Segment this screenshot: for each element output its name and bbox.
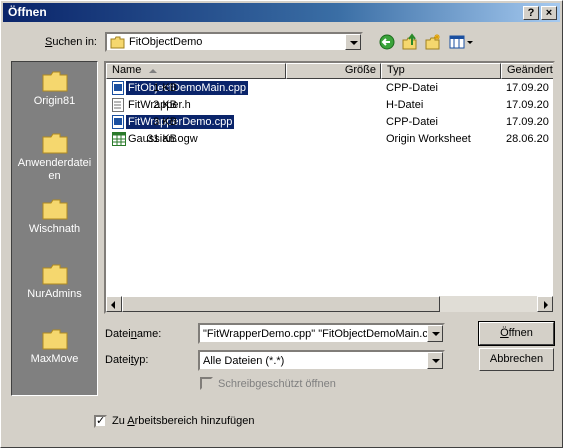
- h-file-icon: [112, 98, 124, 112]
- place-nuradmins[interactable]: NurAdmins: [12, 263, 97, 301]
- scroll-right-button[interactable]: [537, 296, 553, 312]
- place-label: Anwenderdatei en: [17, 157, 92, 182]
- file-modified: 17.09.20: [506, 99, 549, 111]
- folder-icon: [42, 199, 67, 220]
- file-row[interactable]: Gaussian.ogw 31 KB Origin Worksheet 28.0…: [106, 131, 553, 148]
- folder-icon: [42, 71, 67, 92]
- place-label: Origin81: [33, 95, 76, 107]
- scroll-left-button[interactable]: [106, 296, 122, 312]
- file-type: H-Datei: [386, 99, 424, 111]
- title-bar[interactable]: Öffnen ? ×: [3, 3, 560, 22]
- file-modified: 28.06.20: [506, 133, 549, 145]
- column-header-type[interactable]: Typ: [381, 63, 501, 79]
- view-menu-button[interactable]: [448, 33, 474, 51]
- lookin-dropdown-button[interactable]: [345, 34, 361, 50]
- file-size: 3 KB: [153, 116, 177, 128]
- file-type: CPP-Datei: [386, 82, 438, 94]
- column-header-name[interactable]: Name: [106, 63, 286, 79]
- lookin-value: FitObjectDemo: [129, 36, 203, 48]
- help-button[interactable]: ?: [523, 6, 539, 20]
- folder-icon: [42, 329, 67, 350]
- add-to-workspace-label: Zu Arbeitsbereich hinzufügen: [112, 415, 255, 427]
- file-row[interactable]: FitWrapperDemo.cpp 3 KB CPP-Datei 17.09.…: [106, 114, 553, 131]
- folder-icon: [110, 36, 125, 49]
- folder-icon: [42, 264, 67, 285]
- filetype-value: Alle Dateien (*.*): [203, 355, 285, 367]
- scroll-thumb[interactable]: [122, 296, 440, 312]
- place-label: MaxMove: [30, 353, 79, 365]
- view-menu-icon: [449, 35, 473, 49]
- places-bar: Origin81 Anwenderdatei en Wischnath NurA…: [11, 61, 98, 396]
- filename-input[interactable]: "FitWrapperDemo.cpp" "FitObjectDemoMain.…: [203, 328, 428, 340]
- filename-combo[interactable]: "FitWrapperDemo.cpp" "FitObjectDemoMain.…: [198, 323, 445, 344]
- filetype-combo[interactable]: Alle Dateien (*.*): [198, 350, 445, 371]
- column-header-modified[interactable]: Geändert: [501, 63, 553, 79]
- place-label: Wischnath: [28, 223, 81, 235]
- file-modified: 17.09.20: [506, 116, 549, 128]
- lookin-combo[interactable]: FitObjectDemo: [105, 32, 363, 52]
- new-folder-button[interactable]: [424, 33, 442, 51]
- column-name-label: Name: [112, 64, 142, 76]
- cpp-file-icon: [112, 81, 124, 95]
- file-row[interactable]: FitObjectDemoMain.cpp 1 KB CPP-Datei 17.…: [106, 80, 553, 97]
- file-name: FitObjectDemoMain.cpp: [126, 81, 248, 95]
- filename-dropdown-button[interactable]: [427, 325, 443, 342]
- lookin-label: Suchen in:: [45, 36, 97, 48]
- filename-label: Dateiname:: [105, 328, 162, 340]
- back-arrow-icon: [379, 34, 395, 50]
- place-origin81[interactable]: Origin81: [12, 70, 97, 108]
- sort-ascending-icon: [149, 69, 157, 73]
- dialog-title: Öffnen: [8, 5, 47, 19]
- file-size: 1 KB: [153, 82, 177, 94]
- add-to-workspace-checkbox[interactable]: ✓: [94, 415, 107, 428]
- folder-icon: [42, 133, 67, 154]
- filetype-label: Dateityp:: [105, 354, 149, 366]
- up-folder-icon: [402, 33, 417, 50]
- readonly-label: Schreibgeschützt öffnen: [218, 378, 336, 390]
- back-button[interactable]: [378, 33, 396, 51]
- list-header: Name Größe Typ Geändert: [106, 63, 553, 79]
- place-label: NurAdmins: [27, 288, 82, 300]
- place-wischnath[interactable]: Wischnath: [12, 198, 97, 236]
- horizontal-scrollbar[interactable]: [106, 296, 553, 312]
- readonly-checkbox: [200, 377, 213, 390]
- file-type: CPP-Datei: [386, 116, 438, 128]
- open-button[interactable]: Öffnen: [478, 321, 555, 346]
- place-anwenderdateien[interactable]: Anwenderdatei en: [12, 132, 97, 183]
- file-list[interactable]: Name Größe Typ Geändert FitObjectDemoMai…: [104, 61, 555, 314]
- filetype-dropdown-button[interactable]: [427, 352, 443, 369]
- open-dialog: Öffnen ? × Suchen in: FitObjectDemo Orig…: [0, 0, 563, 448]
- file-type: Origin Worksheet: [386, 133, 471, 145]
- file-name: FitWrapperDemo.cpp: [124, 114, 236, 130]
- up-folder-button[interactable]: [401, 33, 419, 51]
- close-button[interactable]: ×: [541, 6, 557, 20]
- worksheet-icon: [112, 132, 126, 146]
- column-header-size[interactable]: Größe: [286, 63, 381, 79]
- cpp-file-icon: [112, 115, 124, 129]
- file-modified: 17.09.20: [506, 82, 549, 94]
- new-folder-icon: [425, 34, 440, 50]
- file-row[interactable]: FitWrapper.h 2 KB H-Datei 17.09.20: [106, 97, 553, 114]
- file-size: 2 KB: [153, 99, 177, 111]
- place-maxmove[interactable]: MaxMove: [12, 328, 97, 366]
- cancel-button[interactable]: Abbrechen: [479, 348, 554, 371]
- file-size: 31 KB: [147, 133, 177, 145]
